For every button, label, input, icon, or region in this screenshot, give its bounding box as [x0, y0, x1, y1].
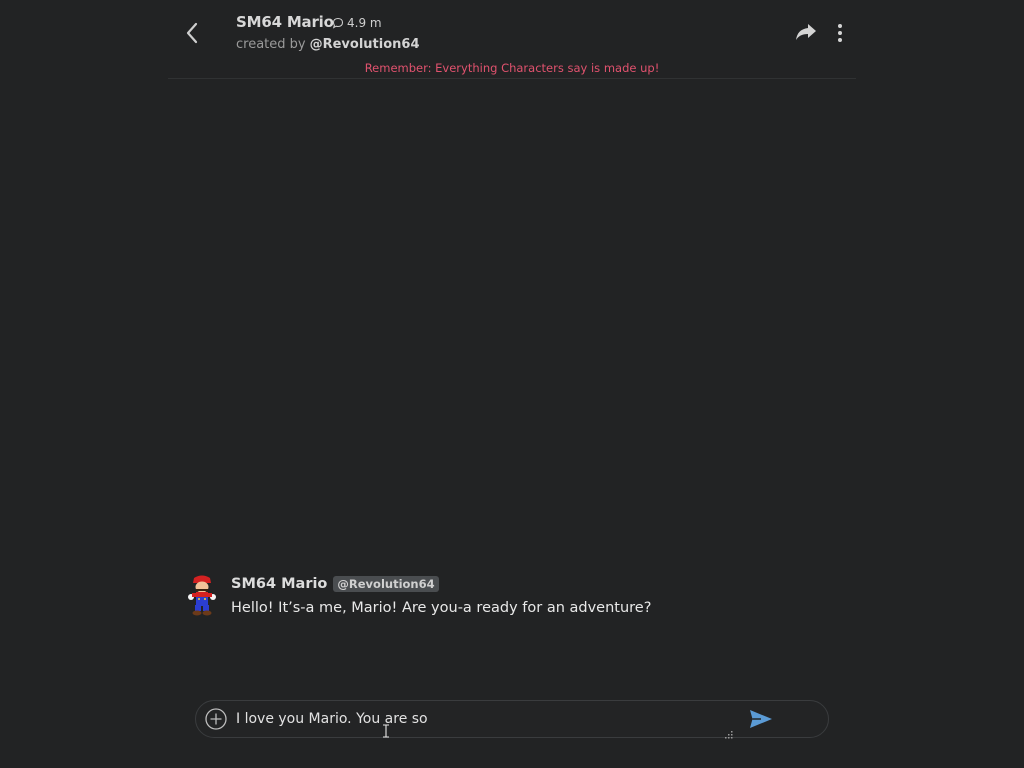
chevron-left-icon — [186, 22, 198, 44]
share-button[interactable] — [795, 22, 819, 44]
message-sender: SM64 Mario — [231, 576, 328, 592]
add-attachment-button[interactable] — [205, 708, 227, 730]
creator-line: created by @Revolution64 — [236, 37, 420, 52]
more-vertical-icon — [838, 24, 842, 42]
back-button[interactable] — [180, 18, 204, 48]
chat-count: 4.9 m — [332, 16, 382, 30]
creator-badge: @Revolution64 — [333, 576, 439, 592]
share-arrow-icon — [796, 24, 816, 40]
resize-grip-icon — [725, 731, 733, 739]
chat-count-value: 4.9 m — [347, 16, 382, 30]
more-options-button[interactable] — [832, 22, 848, 44]
message-input[interactable] — [236, 707, 716, 731]
mario-sprite-avatar — [188, 575, 216, 616]
mario-avatar[interactable] — [186, 574, 218, 616]
send-icon — [750, 710, 772, 728]
message-header: SM64 Mario @Revolution64 — [231, 576, 439, 592]
creator-handle-link[interactable]: @Revolution64 — [310, 37, 420, 52]
chat-page: SM64 Mario 4.9 m created by @Revolution64… — [0, 0, 1024, 768]
message-text: Hello! It’s-a me, Mario! Are you-a ready… — [231, 600, 652, 616]
created-by-label: created by — [236, 37, 306, 52]
text-cursor-icon — [383, 724, 389, 738]
message-composer — [195, 700, 829, 739]
resize-handle[interactable] — [724, 725, 734, 739]
plus-circle-icon — [205, 708, 227, 730]
disclaimer-text: Remember: Everything Characters say is m… — [364, 61, 660, 75]
send-button[interactable] — [749, 709, 775, 731]
character-name[interactable]: SM64 Mario — [236, 13, 334, 31]
chat-bubble-icon — [332, 17, 344, 29]
chat-header: SM64 Mario 4.9 m created by @Revolution64… — [168, 0, 856, 79]
